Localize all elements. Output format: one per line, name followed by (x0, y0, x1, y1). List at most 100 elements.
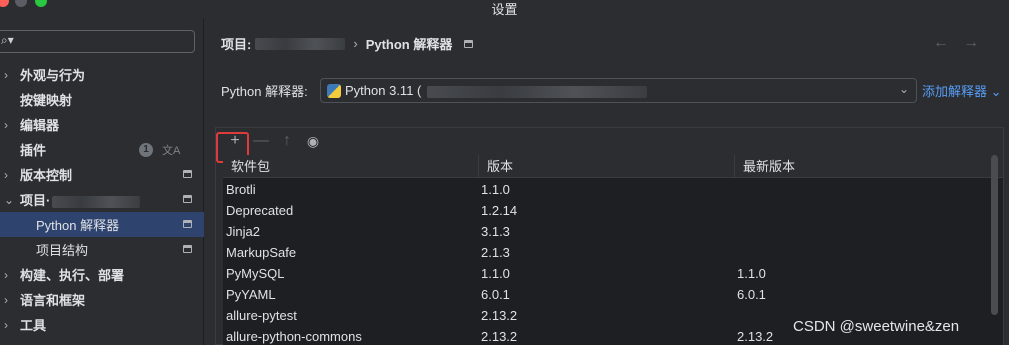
table-row[interactable]: MarkupSafe 2.1.3 (223, 242, 993, 263)
sidebar-item-python-interpreter[interactable]: Python 解释器 (0, 212, 204, 237)
project-scope-icon (183, 220, 192, 228)
chevron-right-icon: › (4, 292, 8, 307)
show-early-releases-icon[interactable]: ◉ (302, 130, 324, 152)
interpreter-label: Python 解释器: (221, 84, 308, 99)
redacted-project-name (255, 37, 346, 50)
latest-version-cell (735, 200, 993, 221)
sidebar-item-label: 工具 (20, 318, 47, 333)
version-cell: 1.1.0 (481, 182, 510, 197)
sidebar-item-label: 按键映射 (20, 93, 73, 108)
version-cell: 2.1.3 (481, 245, 510, 260)
sidebar-item-languages-frameworks[interactable]: › 语言和框架 (0, 287, 204, 312)
chevron-down-icon: ⌄ (898, 82, 909, 96)
chevron-right-icon: › (4, 267, 8, 282)
sidebar-item-plugins[interactable]: 插件 1 文A (0, 137, 204, 162)
package-name-cell: allure-pytest (226, 308, 297, 323)
settings-content: 项目: › Python 解释器 ←→ Python 解释器: Python 3… (205, 18, 1009, 345)
latest-version-cell: 1.1.0 (737, 266, 766, 281)
back-arrow-icon[interactable]: ← (933, 34, 963, 51)
chevron-down-icon: ⌄ (4, 192, 15, 207)
chevron-down-icon: ⌄ (990, 84, 1002, 99)
project-scope-icon (183, 195, 192, 203)
breadcrumb-separator-icon: › (353, 36, 358, 51)
latest-version-cell (735, 242, 993, 263)
project-scope-icon (464, 39, 474, 48)
version-cell: 3.1.3 (481, 224, 510, 239)
package-name-cell: Jinja2 (226, 224, 260, 239)
sidebar-item-project[interactable]: ⌄ 项目· (0, 187, 204, 212)
chevron-right-icon: › (4, 67, 8, 82)
redacted-interpreter-path (427, 85, 648, 98)
table-row[interactable]: PyYAML 6.0.1 6.0.1 (223, 284, 993, 305)
table-row[interactable]: Brotli 1.1.0 (223, 179, 993, 200)
sidebar-item-label: Python 解释器 (36, 218, 120, 233)
watermark: CSDN @sweetwine&zen (793, 318, 960, 335)
add-package-button[interactable]: + (224, 130, 246, 152)
packages-toolbar: + — ↑ ◉ (216, 128, 1003, 163)
sidebar-item-keymap[interactable]: 按键映射 (0, 87, 204, 112)
column-header-version[interactable]: 版本 (479, 155, 735, 177)
window-title: 设置 (491, 2, 518, 17)
title-bar: 设置 (0, 0, 1009, 18)
table-row[interactable]: PyMySQL 1.1.0 1.1.0 (223, 263, 993, 284)
latest-version-cell (735, 221, 993, 242)
plugins-update-badge: 1 (139, 143, 153, 157)
packages-table: 软件包 版本 最新版本 Brotli 1.1.0 Deprecated 1.2.14 J… (223, 155, 1003, 345)
settings-search-input[interactable]: ⌕▾ (0, 30, 195, 53)
column-header-package[interactable]: 软件包 (223, 155, 479, 177)
chevron-right-icon: › (4, 167, 8, 182)
history-nav: ←→ (933, 34, 993, 52)
table-header: 软件包 版本 最新版本 (223, 155, 1003, 178)
table-row[interactable]: Jinja2 3.1.3 (223, 221, 993, 242)
breadcrumb-project[interactable]: 项目: (221, 34, 251, 53)
add-interpreter-link[interactable]: 添加解释器 ⌄ (922, 81, 1002, 100)
latest-version-cell (735, 179, 993, 200)
table-scrollbar[interactable] (991, 155, 998, 315)
search-icon: ⌕▾ (1, 33, 14, 47)
project-label: 项目· (20, 193, 51, 208)
version-cell: 2.13.2 (481, 308, 518, 323)
package-name-cell: MarkupSafe (226, 245, 297, 260)
project-scope-icon (183, 170, 192, 178)
remove-package-button[interactable]: — (250, 130, 272, 152)
sidebar-item-label: 构建、执行、部署 (20, 268, 125, 283)
sidebar-item-label: 外观与行为 (20, 68, 86, 83)
version-cell: 2.13.2 (481, 329, 518, 344)
package-name-cell: PyYAML (226, 287, 276, 302)
version-cell: 6.0.1 (481, 287, 510, 302)
python-icon (327, 84, 341, 98)
translate-icon: 文A (162, 145, 181, 157)
package-name-cell: PyMySQL (226, 266, 285, 281)
interpreter-value: Python 3.11 ( (345, 83, 648, 98)
sidebar-item-vcs[interactable]: › 版本控制 (0, 162, 204, 187)
sidebar-item-tools[interactable]: › 工具 (0, 312, 204, 337)
sidebar-item-label: 项目结构 (36, 243, 89, 258)
version-cell: 1.2.14 (481, 203, 518, 218)
interpreter-value-text: Python 3.11 ( (345, 83, 422, 98)
upgrade-package-button[interactable]: ↑ (276, 130, 298, 152)
sidebar-item-label: 项目· (20, 190, 141, 209)
chevron-right-icon: › (4, 117, 8, 132)
sidebar-item-project-structure[interactable]: 项目结构 (0, 237, 204, 262)
add-interpreter-label: 添加解释器 (922, 84, 988, 99)
interpreter-select[interactable]: Python 3.11 ( ⌄ (320, 78, 917, 103)
settings-sidebar: ⌕▾ › 外观与行为 按键映射 › 编辑器 插件 1 文A › 版本控制 ⌄ 项… (0, 18, 204, 345)
breadcrumb-current-page: Python 解释器 (365, 37, 453, 52)
sidebar-item-label: 语言和框架 (20, 293, 86, 308)
sidebar-item-appearance[interactable]: › 外观与行为 (0, 62, 204, 87)
latest-version-cell: 6.0.1 (737, 287, 766, 302)
column-header-latest-version[interactable]: 最新版本 (735, 155, 1003, 177)
package-name-cell: Deprecated (226, 203, 294, 218)
packages-panel: + — ↑ ◉ 软件包 版本 最新版本 Brotli 1.1.0 Deprecate… (215, 127, 1004, 345)
sidebar-item-label: 编辑器 (20, 118, 60, 133)
table-row[interactable]: Deprecated 1.2.14 (223, 200, 993, 221)
chevron-right-icon: › (4, 317, 8, 332)
sidebar-item-label: 插件 (20, 143, 47, 158)
package-name-cell: Brotli (226, 182, 256, 197)
redacted-project-name (52, 195, 141, 208)
sidebar-item-build-execution-deployment[interactable]: › 构建、执行、部署 (0, 262, 204, 287)
breadcrumb: 项目: › Python 解释器 (221, 34, 474, 53)
forward-arrow-icon[interactable]: → (963, 34, 993, 51)
sidebar-item-editor[interactable]: › 编辑器 (0, 112, 204, 137)
version-cell: 1.1.0 (481, 266, 510, 281)
